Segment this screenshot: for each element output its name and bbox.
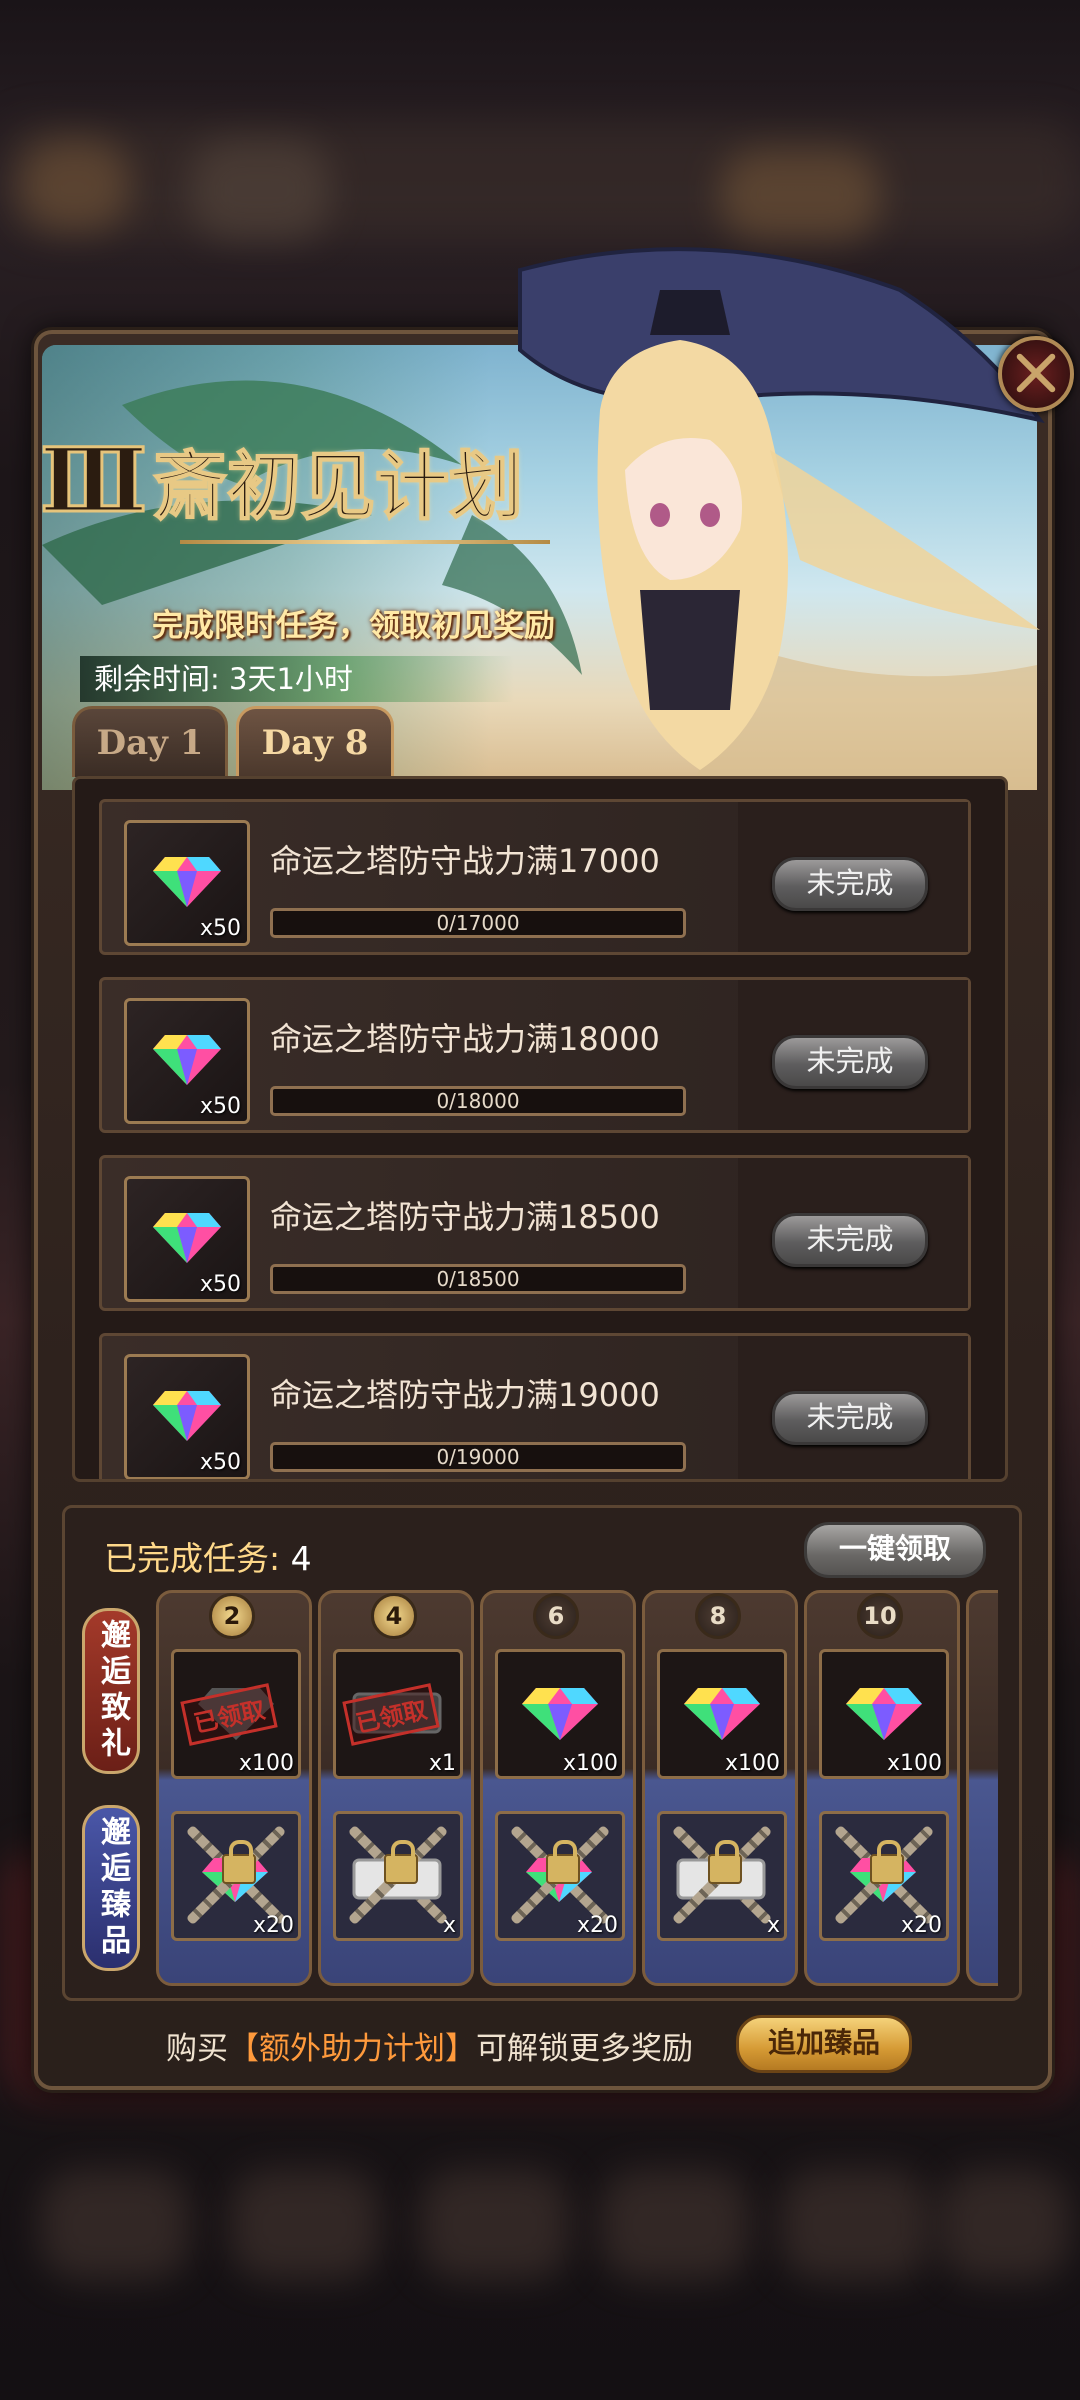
task-row: x50 命运之塔防守战力满18000 0/18000 未完成 (99, 977, 971, 1133)
reward-item[interactable]: x50 (124, 1354, 250, 1479)
milestone-premium-reward[interactable]: x20 (819, 1811, 949, 1941)
reward-qty: x100 (724, 1751, 780, 1776)
milestone-column: 6 x100 x20 (480, 1590, 636, 1986)
tab-day-8[interactable]: Day 8 (236, 706, 394, 777)
milestone-column: 4 已领取 x1 x (318, 1590, 474, 1986)
title-text: 斎初见计划 (152, 443, 524, 531)
lock-icon (222, 1840, 256, 1884)
reward-qty: x20 (576, 1913, 618, 1938)
reward-qty: x20 (900, 1913, 942, 1938)
event-subtitle: 完成限时任务，领取初见奖励 (152, 608, 555, 644)
rainbow-gem-icon (153, 1035, 221, 1085)
lock-icon (384, 1840, 418, 1884)
task-status-button[interactable]: 未完成 (772, 1035, 928, 1089)
milestone-number: 6 (533, 1593, 579, 1639)
milestone-column: 2 已领取 x100 x20 (156, 1590, 312, 1986)
lock-icon (546, 1840, 580, 1884)
task-name: 命运之塔防守战力满17000 (270, 842, 660, 880)
reward-qty: x50 (199, 1272, 241, 1297)
milestone-column (966, 1590, 998, 1986)
task-row: x50 命运之塔防守战力满18500 0/18500 未完成 (99, 1155, 971, 1311)
add-premium-button[interactable]: 追加臻品 (736, 2015, 912, 2073)
task-progress-bar: 0/18000 (270, 1086, 686, 1116)
reward-qty: x50 (199, 1450, 241, 1475)
reward-qty: x20 (252, 1913, 294, 1938)
reward-qty: x100 (562, 1751, 618, 1776)
day-tabs: Day 1 Day 8 (72, 706, 394, 777)
completed-tasks-count: 4 (290, 1539, 312, 1578)
completed-tasks-label: 已完成任务: 4 (104, 1532, 312, 1580)
upsell-highlight: 【额外助力计划】 (228, 2031, 476, 2067)
reward-qty: x (442, 1913, 456, 1938)
reward-qty: x50 (199, 916, 241, 941)
title-roman-numeral: Ⅲ (38, 427, 148, 534)
lock-icon (870, 1840, 904, 1884)
task-progress-bar: 0/19000 (270, 1442, 686, 1472)
reward-item[interactable]: x50 (124, 998, 250, 1124)
task-progress-bar: 0/17000 (270, 908, 686, 938)
tab-day-1[interactable]: Day 1 (72, 706, 228, 777)
rainbow-gem-icon (153, 857, 221, 907)
close-button[interactable] (998, 336, 1074, 412)
milestone-column: 10 x100 x20 (804, 1590, 960, 1986)
task-name: 命运之塔防守战力满19000 (270, 1376, 660, 1414)
rainbow-gem-icon (846, 1688, 922, 1740)
milestone-free-reward[interactable]: x100 (495, 1649, 625, 1779)
milestone-number: 10 (857, 1593, 903, 1639)
claim-all-button[interactable]: 一键领取 (804, 1522, 986, 1578)
rainbow-gem-icon (153, 1391, 221, 1441)
task-status-button[interactable]: 未完成 (772, 857, 928, 911)
task-row: x50 命运之塔防守战力满19000 0/19000 未完成 (99, 1333, 971, 1479)
milestone-reward-strip[interactable]: 2 已领取 x100 x20 4 已领取 x1 x 6 x100 x20 8 x… (150, 1590, 998, 1986)
milestone-premium-reward[interactable]: x (657, 1811, 787, 1941)
task-list[interactable]: x50 命运之塔防守战力满17000 0/17000 未完成 x50 命运之塔防… (72, 776, 1008, 1482)
milestone-premium-reward[interactable]: x (333, 1811, 463, 1941)
task-name: 命运之塔防守战力满18500 (270, 1198, 660, 1236)
tab-encounter-premium[interactable]: 邂逅臻品 (82, 1805, 140, 1971)
upsell-prefix: 购买 (166, 2031, 228, 2067)
milestone-free-reward[interactable]: x100 (819, 1649, 949, 1779)
milestone-free-reward[interactable]: x100 (657, 1649, 787, 1779)
remaining-time-text: 剩余时间: 3天1小时 (94, 662, 353, 696)
milestone-number: 8 (695, 1593, 741, 1639)
reward-qty: x (766, 1913, 780, 1938)
reward-item[interactable]: x50 (124, 820, 250, 946)
reward-qty: x1 (428, 1751, 456, 1776)
rainbow-gem-icon (522, 1688, 598, 1740)
task-progress-bar: 0/18500 (270, 1264, 686, 1294)
lock-icon (708, 1840, 742, 1884)
reward-item[interactable]: x50 (124, 1176, 250, 1302)
milestone-column: 8 x100 x (642, 1590, 798, 1986)
milestone-number: 2 (209, 1593, 255, 1639)
reward-qty: x100 (886, 1751, 942, 1776)
milestone-free-reward[interactable]: 已领取 x1 (333, 1649, 463, 1779)
upsell-suffix: 可解锁更多奖励 (476, 2031, 693, 2067)
remaining-time: 剩余时间: 3天1小时 (80, 656, 514, 702)
task-row: x50 命运之塔防守战力满17000 0/17000 未完成 (99, 799, 971, 955)
tab-encounter-gift[interactable]: 邂逅致礼 (82, 1608, 140, 1774)
milestone-premium-reward[interactable]: x20 (495, 1811, 625, 1941)
rainbow-gem-icon (684, 1688, 760, 1740)
rainbow-gem-icon (153, 1213, 221, 1263)
title-underline (180, 540, 550, 544)
upsell-text: 购买【额外助力计划】可解锁更多奖励 (166, 2023, 693, 2068)
reward-qty: x100 (238, 1751, 294, 1776)
milestone-number: 4 (371, 1593, 417, 1639)
reward-qty: x50 (199, 1094, 241, 1119)
task-status-button[interactable]: 未完成 (772, 1391, 928, 1445)
task-name: 命运之塔防守战力满18000 (270, 1020, 660, 1058)
completed-tasks-text: 已完成任务: (104, 1539, 281, 1578)
milestone-free-reward[interactable]: 已领取 x100 (171, 1649, 301, 1779)
task-status-button[interactable]: 未完成 (772, 1213, 928, 1267)
event-title: Ⅲ 斎初见计划 (38, 420, 524, 540)
milestone-premium-reward[interactable]: x20 (171, 1811, 301, 1941)
